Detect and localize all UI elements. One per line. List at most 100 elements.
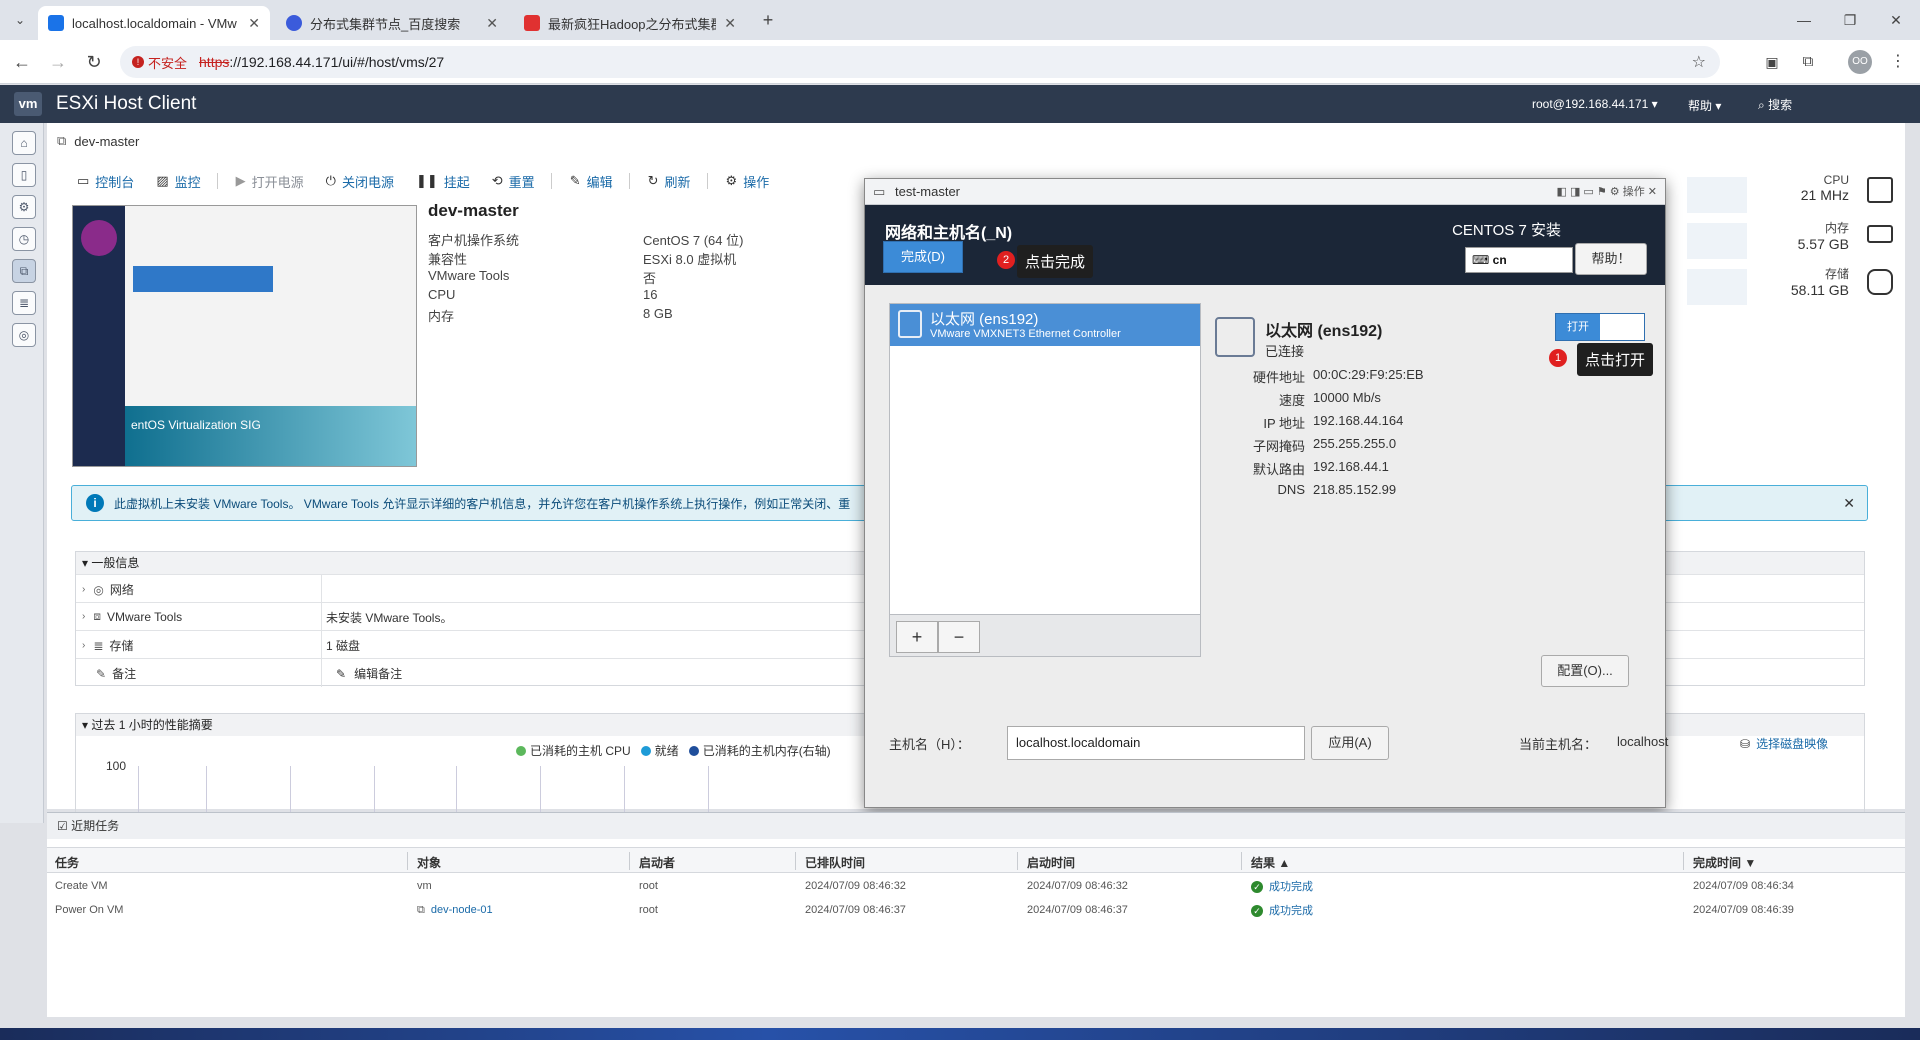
power-on-button[interactable]: ▶ 打开电源 — [236, 172, 304, 191]
tab-esxi[interactable]: localhost.localdomain - VMw ✕ — [38, 6, 270, 40]
col-completed[interactable]: 完成时间 ▼ — [1693, 854, 1756, 871]
tab-baidu[interactable]: 分布式集群节点_百度搜索 ✕ — [276, 6, 508, 40]
click-done-tooltip: 点击完成 — [1017, 245, 1094, 278]
toolbar-divider — [628, 173, 630, 189]
search-button[interactable]: ⌕ 搜索 — [1758, 96, 1792, 113]
add-device-button[interactable]: + — [896, 621, 938, 653]
vms-icon[interactable]: ⧉ — [12, 259, 36, 283]
configure-button[interactable]: 配置(O)... — [1541, 655, 1629, 687]
actions-label: 操作 — [743, 174, 770, 190]
networking-icon[interactable]: ◎ — [12, 323, 36, 347]
col-result[interactable]: 结果 ▲ — [1251, 854, 1290, 871]
edit-label: 编辑 — [586, 174, 613, 190]
hostname-input[interactable]: localhost.localdomain — [1007, 726, 1305, 760]
legend-memory: 已消耗的主机内存(右轴) — [688, 742, 831, 759]
column-divider[interactable] — [1241, 852, 1242, 870]
vm-console-thumbnail[interactable]: entOS Virtualization SIG — [72, 205, 417, 467]
network-device-ens192[interactable]: 以太网 (ens192) VMware VMXNET3 Ethernet Con… — [890, 304, 1200, 346]
column-divider[interactable] — [1017, 852, 1018, 870]
grid-line — [374, 766, 375, 814]
bookmark-star-icon[interactable]: ☆ — [1692, 52, 1706, 72]
memory-value: 5.57 GB — [1797, 236, 1849, 252]
refresh-button[interactable]: ↻ 刷新 — [648, 172, 691, 191]
menu-kebab-icon[interactable]: ⋮ — [1886, 50, 1910, 74]
url-scheme: https — [199, 54, 230, 70]
close-icon[interactable]: ✕ — [724, 15, 736, 32]
play-icon: ▶ — [235, 173, 246, 188]
task-name: Power On VM — [55, 904, 124, 916]
actions-button[interactable]: ⚙ 操作 — [726, 172, 770, 191]
tab-csdn[interactable]: 最新疯狂Hadoop之分布式集群 ✕ — [514, 6, 746, 40]
column-divider[interactable] — [407, 852, 408, 870]
vm-icon: ⧉ — [417, 904, 425, 916]
manage-icon[interactable]: ⚙ — [12, 195, 36, 219]
minimize-icon[interactable]: — — [1792, 8, 1816, 32]
task-object[interactable]: ⧉ dev-node-01 — [417, 904, 493, 917]
column-divider[interactable] — [1683, 852, 1684, 870]
window-close-icon[interactable]: ✕ — [1884, 8, 1908, 32]
url-omnibox[interactable]: ! 不安全 https://192.168.44.171/ui/#/host/vm… — [120, 46, 1720, 78]
recent-tasks-header[interactable]: ☑ 近期任务 — [47, 813, 1905, 839]
grid-line — [708, 766, 709, 814]
close-icon[interactable]: ✕ — [486, 15, 498, 32]
task-object-link[interactable]: dev-node-01 — [431, 904, 493, 916]
device-name: 以太网 (ens192) — [930, 311, 1039, 328]
col-started[interactable]: 启动时间 — [1027, 854, 1075, 871]
vm-icon: ⧉ — [57, 133, 67, 148]
host-icon[interactable]: ▯ — [12, 163, 36, 187]
extensions-icon[interactable]: ⧉ — [1796, 50, 1820, 74]
power-off-icon: ⏻ — [325, 173, 336, 188]
prop-cpu-value: 16 — [643, 287, 658, 302]
recent-tasks-title: 近期任务 — [71, 819, 120, 833]
back-icon[interactable]: ← — [10, 50, 34, 74]
home-icon[interactable]: ⌂ — [12, 131, 36, 155]
insecure-indicator[interactable]: ! 不安全 — [132, 53, 187, 72]
edit-notes-link[interactable]: ✎ 编辑备注 — [336, 665, 402, 682]
column-divider[interactable] — [795, 852, 796, 870]
done-button[interactable]: 完成(D) — [883, 241, 963, 273]
breadcrumb: ⧉ dev-master — [57, 133, 139, 149]
profile-avatar[interactable]: OO — [1848, 50, 1872, 74]
help-menu[interactable]: 帮助 ▾ — [1688, 97, 1721, 114]
help-button[interactable]: 帮助！ — [1575, 243, 1647, 275]
forward-icon[interactable]: → — [46, 50, 70, 74]
restore-icon[interactable]: ❐ — [1838, 8, 1862, 32]
select-disk-image-link[interactable]: ⛁ 选择磁盘映像 — [1740, 735, 1828, 752]
col-object[interactable]: 对象 — [417, 854, 441, 871]
ethernet-icon — [1215, 317, 1255, 357]
close-icon[interactable]: ✕ — [248, 15, 260, 32]
monitor-icon[interactable]: ◷ — [12, 227, 36, 251]
y-axis-max-label: 100 — [106, 759, 127, 773]
apply-button[interactable]: 应用(A) — [1311, 726, 1389, 760]
grid-line — [138, 766, 139, 814]
edit-button[interactable]: ✎ 编辑 — [570, 172, 613, 191]
suspend-button[interactable]: ❚❚ 挂起 — [416, 172, 470, 191]
reset-button[interactable]: ⟲ 重置 — [492, 172, 535, 191]
edit-notes-label: 编辑备注 — [354, 667, 403, 681]
col-task[interactable]: 任务 — [55, 854, 79, 871]
close-icon[interactable]: ✕ — [1843, 495, 1855, 512]
reset-icon: ⟲ — [491, 173, 503, 188]
table-row[interactable]: Power On VM ⧉ dev-node-01 root 2024/07/09… — [47, 899, 1905, 923]
monitor-button[interactable]: ▨ 监控 — [156, 172, 200, 191]
col-initiator[interactable]: 启动者 — [639, 854, 675, 871]
power-off-button[interactable]: ⏻ 关闭电源 — [326, 172, 394, 191]
ethernet-icon — [898, 310, 922, 338]
col-queued[interactable]: 已排队时间 — [805, 854, 865, 871]
tab-list-icon[interactable]: ⌄ — [8, 8, 32, 32]
remove-device-button[interactable]: − — [938, 621, 980, 653]
table-row[interactable]: Create VM vm root 2024/07/09 08:46:32 20… — [47, 875, 1905, 899]
network-on-off-toggle[interactable]: 打开 — [1555, 313, 1645, 341]
centos-logo — [81, 220, 117, 256]
console-button[interactable]: ▭ 控制台 — [77, 172, 134, 191]
user-menu[interactable]: root@192.168.44.171 ▾ — [1532, 97, 1658, 111]
new-tab-icon[interactable]: + — [756, 8, 780, 32]
keyboard-layout-indicator[interactable]: ⌨ cn — [1465, 247, 1573, 273]
games-icon[interactable]: ▣ — [1760, 50, 1784, 74]
storage-icon[interactable]: ≣ — [12, 291, 36, 315]
expand-icon: › — [82, 611, 86, 622]
column-divider[interactable] — [629, 852, 630, 870]
legend-label: 已消耗的主机内存(右轴) — [702, 744, 831, 758]
reload-icon[interactable]: ↻ — [82, 50, 106, 74]
console-window-controls[interactable]: ◧ ◨ ▭ ⚑ ⚙ 操作 ✕ — [1557, 179, 1657, 205]
